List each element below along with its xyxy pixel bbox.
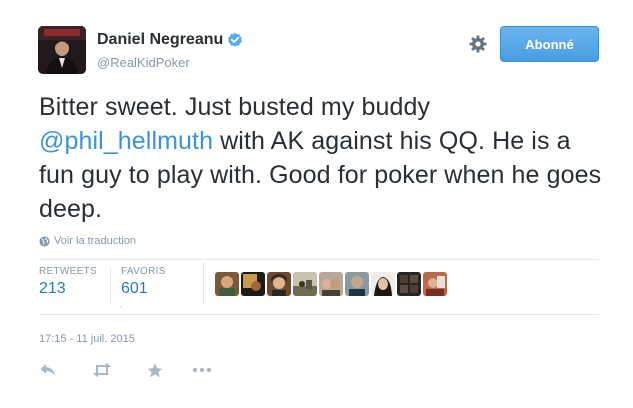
favoriter-avatar[interactable] xyxy=(293,272,317,296)
more-icon[interactable] xyxy=(192,360,212,380)
favoriter-avatars xyxy=(215,272,447,296)
follow-button[interactable]: Abonné xyxy=(500,26,599,62)
user-name-row[interactable]: Daniel Negreanu xyxy=(97,31,243,49)
stats-bottom-divider xyxy=(39,314,599,315)
stats-top-divider xyxy=(39,259,599,260)
favoriter-avatar[interactable] xyxy=(267,272,291,296)
favoriter-avatar[interactable] xyxy=(215,272,239,296)
favoriter-avatar[interactable] xyxy=(397,272,421,296)
retweets-count[interactable]: 213 xyxy=(39,280,97,298)
translate-link[interactable]: Voir la traduction xyxy=(39,235,136,247)
tweet-timestamp[interactable]: 17:15 - 11 juil. 2015 xyxy=(39,333,135,345)
stats-separator xyxy=(110,268,111,302)
favorites-count[interactable]: 601 xyxy=(121,280,166,298)
user-avatar[interactable] xyxy=(38,26,86,74)
avatars-separator xyxy=(203,262,204,304)
reply-icon[interactable] xyxy=(39,360,57,380)
mention-link[interactable]: @phil_hellmuth xyxy=(39,127,213,155)
user-fullname[interactable]: Daniel Negreanu xyxy=(97,31,223,49)
favorites-stat[interactable]: FAVORIS 601 xyxy=(121,266,166,298)
tweet-text: Bitter sweet. Just busted my buddy @phil… xyxy=(39,90,609,226)
tweet-actions xyxy=(39,360,212,380)
tweet: Daniel Negreanu @RealKidPoker Abonné Bit… xyxy=(0,0,633,408)
favoriter-avatar[interactable] xyxy=(423,272,447,296)
tweet-text-before: Bitter sweet. Just busted my buddy xyxy=(39,93,431,121)
retweets-stat[interactable]: RETWEETS 213 xyxy=(39,266,97,298)
retweets-label: RETWEETS xyxy=(39,266,97,277)
translate-label[interactable]: Voir la traduction xyxy=(54,235,136,247)
favoriter-avatar[interactable] xyxy=(319,272,343,296)
user-handle[interactable]: @RealKidPoker xyxy=(97,55,190,70)
favorites-label: FAVORIS xyxy=(121,266,166,277)
stats-dot xyxy=(120,306,122,308)
retweet-icon[interactable] xyxy=(92,360,112,380)
gear-icon[interactable] xyxy=(468,34,488,54)
favoriter-avatar[interactable] xyxy=(371,272,395,296)
globe-icon xyxy=(39,235,50,247)
favorite-icon[interactable] xyxy=(147,360,163,380)
verified-badge-icon xyxy=(227,32,243,48)
favoriter-avatar[interactable] xyxy=(241,272,265,296)
favoriter-avatar[interactable] xyxy=(345,272,369,296)
